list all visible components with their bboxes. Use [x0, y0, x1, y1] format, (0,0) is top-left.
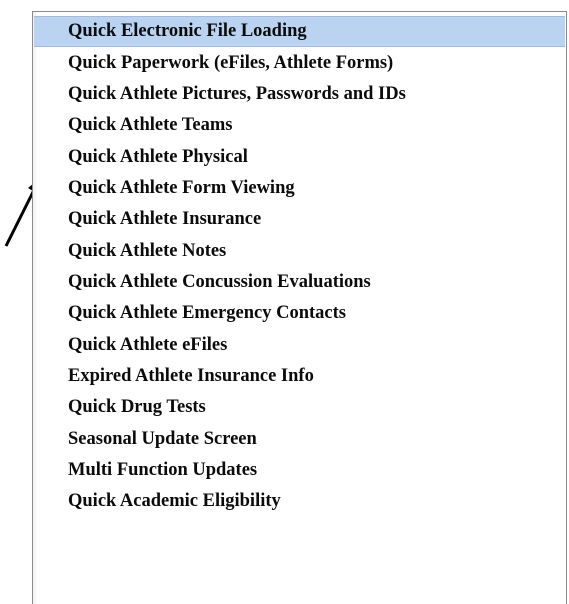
menu-item-quick-athlete-concussion-evaluations[interactable]: Quick Athlete Concussion Evaluations: [34, 267, 565, 298]
menu-item-quick-paperwork[interactable]: Quick Paperwork (eFiles, Athlete Forms): [34, 48, 565, 79]
menu-item-quick-athlete-efiles[interactable]: Quick Athlete eFiles: [34, 330, 565, 361]
menu-item-quick-athlete-teams[interactable]: Quick Athlete Teams: [34, 110, 565, 141]
context-menu: Quick Electronic File Loading Quick Pape…: [32, 11, 567, 604]
menu-item-quick-athlete-notes[interactable]: Quick Athlete Notes: [34, 236, 565, 267]
menu-item-quick-athlete-emergency-contacts[interactable]: Quick Athlete Emergency Contacts: [34, 298, 565, 329]
menu-item-quick-drug-tests[interactable]: Quick Drug Tests: [34, 392, 565, 423]
menu-item-multi-function-updates[interactable]: Multi Function Updates: [34, 455, 565, 486]
menu-item-quick-academic-eligibility[interactable]: Quick Academic Eligibility: [34, 486, 565, 517]
menu-item-quick-athlete-pictures[interactable]: Quick Athlete Pictures, Passwords and ID…: [34, 79, 565, 110]
menu-item-quick-athlete-physical[interactable]: Quick Athlete Physical: [34, 142, 565, 173]
menu-item-quick-electronic-file-loading[interactable]: Quick Electronic File Loading: [34, 16, 565, 47]
screenshot-stage: Quick Electronic File Loading Quick Pape…: [0, 0, 569, 604]
menu-item-quick-athlete-form-viewing[interactable]: Quick Athlete Form Viewing: [34, 173, 565, 204]
menu-item-quick-athlete-insurance[interactable]: Quick Athlete Insurance: [34, 204, 565, 235]
menu-item-expired-athlete-insurance-info[interactable]: Expired Athlete Insurance Info: [34, 361, 565, 392]
menu-item-seasonal-update-screen[interactable]: Seasonal Update Screen: [34, 424, 565, 455]
